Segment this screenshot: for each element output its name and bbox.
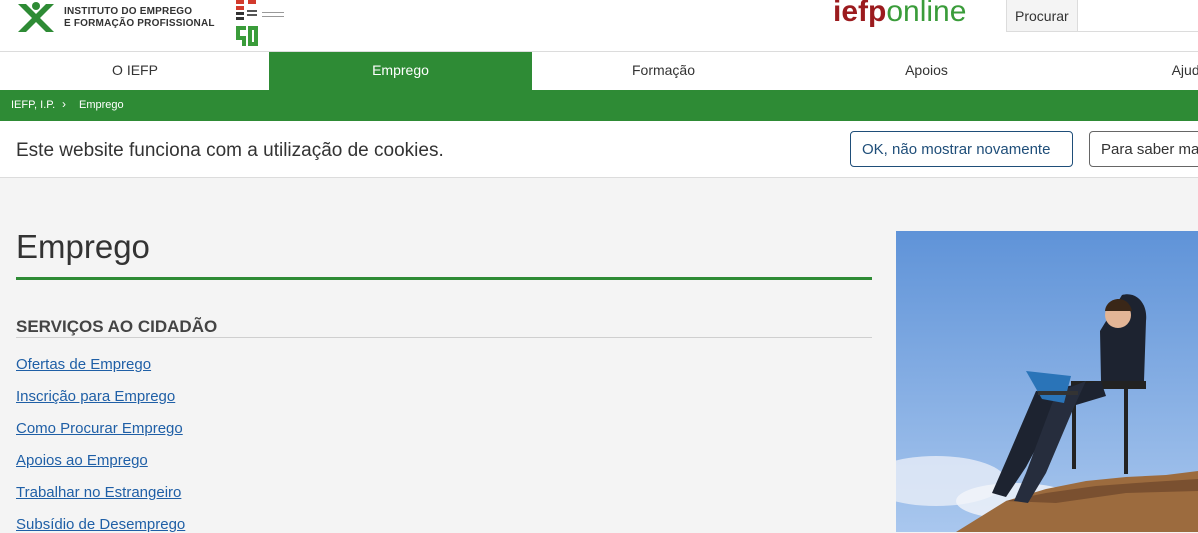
org-name-line1: INSTITUTO DO EMPREGO	[64, 6, 193, 17]
search-label: Procurar	[1015, 8, 1069, 24]
link-apoios-emprego[interactable]: Apoios ao Emprego	[16, 452, 148, 469]
link-inscricao-emprego[interactable]: Inscrição para Emprego	[16, 388, 175, 405]
link-trabalhar-estrangeiro[interactable]: Trabalhar no Estrangeiro	[16, 484, 181, 501]
iefp-logo-icon[interactable]	[16, 0, 56, 36]
cookie-banner: Este website funciona com a utilização d…	[0, 121, 1198, 178]
org-name-line2: E FORMAÇÃO PROFISSIONAL	[64, 18, 215, 29]
anniversary-logo-icon	[236, 0, 284, 46]
search-input[interactable]	[1077, 0, 1198, 31]
breadcrumb-current: Emprego	[79, 99, 124, 111]
search-box: Procurar	[1006, 0, 1198, 32]
section-title: SERVIÇOS AO CIDADÃO	[16, 317, 218, 336]
cookie-more-button[interactable]: Para saber mais	[1089, 131, 1198, 167]
title-divider	[16, 277, 872, 280]
iefponline-brand[interactable]: iefponline	[833, 0, 966, 29]
nav-item-ajuda[interactable]: Ajuda	[1058, 52, 1198, 90]
breadcrumb: IEFP, I.P. › Emprego	[0, 90, 1198, 121]
main-nav: O IEFP Emprego Formação Apoios Ajuda	[0, 52, 1198, 90]
brand-part1: iefp	[833, 0, 887, 28]
link-como-procurar-emprego[interactable]: Como Procurar Emprego	[16, 420, 183, 437]
cookie-text: Este website funciona com a utilização d…	[16, 140, 444, 161]
nav-item-apoios[interactable]: Apoios	[795, 52, 1058, 90]
cookie-ok-button[interactable]: OK, não mostrar novamente	[850, 131, 1073, 167]
page-title: Emprego	[16, 228, 150, 265]
top-header: INSTITUTO DO EMPREGO E FORMAÇÃO PROFISSI…	[0, 0, 1198, 52]
breadcrumb-home[interactable]: IEFP, I.P.	[11, 99, 55, 111]
nav-item-formacao[interactable]: Formação	[532, 52, 795, 90]
brand-part2: online	[886, 0, 967, 28]
link-subsidio-desemprego[interactable]: Subsídio de Desemprego	[16, 516, 185, 533]
hero-image	[896, 231, 1198, 532]
chevron-right-icon: ›	[62, 97, 66, 111]
link-ofertas-emprego[interactable]: Ofertas de Emprego	[16, 356, 151, 373]
nav-item-o-iefp[interactable]: O IEFP	[0, 52, 270, 90]
nav-item-emprego[interactable]: Emprego	[269, 52, 532, 90]
org-name: INSTITUTO DO EMPREGO E FORMAÇÃO PROFISSI…	[64, 6, 215, 30]
section-divider	[16, 337, 872, 338]
